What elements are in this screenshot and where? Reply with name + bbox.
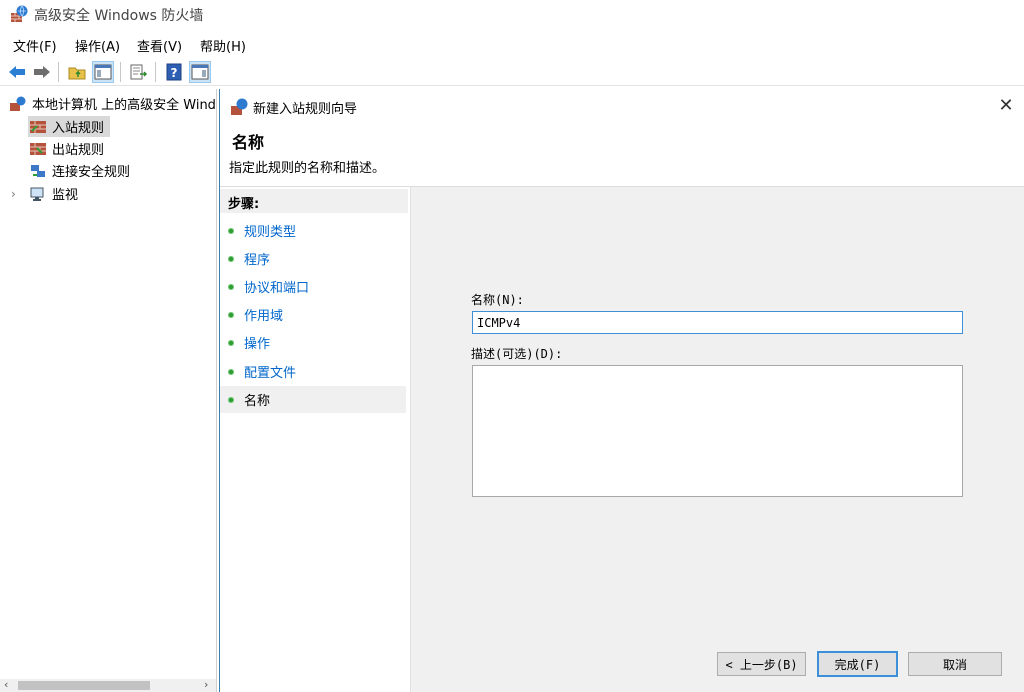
tree-item-inbound-rules[interactable]: 入站规则 <box>28 116 110 137</box>
menu-action[interactable]: 操作(A) <box>75 36 120 55</box>
toolbar-separator <box>58 62 59 82</box>
show-hide-tree-icon <box>94 64 112 80</box>
step-label: 协议和端口 <box>244 281 310 296</box>
firewall-app-icon <box>11 5 28 22</box>
forward-button[interactable] <box>31 61 53 83</box>
toolbar-separator <box>155 62 156 82</box>
show-hide-action-pane-button[interactable] <box>189 61 211 83</box>
description-field[interactable] <box>472 365 963 497</box>
forward-arrow-icon <box>34 66 50 78</box>
steps-title: 步骤: <box>220 189 408 213</box>
window-title: 高级安全 Windows 防火墙 <box>34 8 204 24</box>
step-label: 操作 <box>244 337 271 352</box>
step-status-dot-icon <box>228 396 234 403</box>
toolbar: ? <box>0 58 1024 86</box>
step-program[interactable]: 程序 <box>220 245 406 272</box>
scroll-right-icon[interactable]: › <box>204 678 208 691</box>
tree-root[interactable]: 本地计算机 上的高级安全 Windows <box>9 93 216 114</box>
wizard-firewall-icon <box>231 98 248 115</box>
tree-item-label: 入站规则 <box>52 121 105 136</box>
inbound-rules-icon <box>30 120 46 133</box>
step-label: 作用域 <box>244 309 284 324</box>
tree-item-label: 监视 <box>52 188 79 203</box>
monitoring-icon <box>30 187 44 201</box>
step-label: 程序 <box>244 253 271 268</box>
tree-item-monitoring[interactable]: › 监视 <box>11 183 78 204</box>
svg-text:?: ? <box>171 66 178 80</box>
console-tree: 本地计算机 上的高级安全 Windows 入站规则 出站规则 连接安全规则 › <box>0 89 217 692</box>
outbound-rules-icon <box>30 142 46 155</box>
step-profile[interactable]: 配置文件 <box>220 358 406 385</box>
chevron-right-icon[interactable]: › <box>11 187 24 201</box>
connection-security-icon <box>31 164 45 177</box>
step-label: 配置文件 <box>244 366 297 381</box>
content-pane: 名称(N): 描述(可选)(D): < 上一步(B) 完成(F) 取消 <box>410 187 1024 692</box>
wizard-title: 新建入站规则向导 <box>253 102 358 117</box>
menu-view[interactable]: 查看(V) <box>137 36 182 55</box>
show-hide-tree-button[interactable] <box>92 61 114 83</box>
scrollbar-thumb[interactable] <box>18 681 150 690</box>
cancel-button[interactable]: 取消 <box>908 652 1002 676</box>
step-scope[interactable]: 作用域 <box>220 301 406 328</box>
page-title: 名称 <box>232 133 265 152</box>
show-hide-action-pane-icon <box>191 64 209 80</box>
tree-item-label: 连接安全规则 <box>52 165 131 180</box>
up-folder-icon <box>68 67 86 80</box>
finish-button[interactable]: 完成(F) <box>817 651 898 677</box>
menu-file[interactable]: 文件(F) <box>13 36 57 55</box>
tree-root-label: 本地计算机 上的高级安全 Windows <box>32 98 216 113</box>
toolbar-separator <box>120 62 121 82</box>
name-field-label: 名称(N): <box>471 293 524 307</box>
description-field-label: 描述(可选)(D): <box>471 347 563 361</box>
step-action[interactable]: 操作 <box>220 329 406 356</box>
help-button[interactable]: ? <box>163 61 185 83</box>
tree-horizontal-scrollbar[interactable]: ‹ › <box>0 678 216 692</box>
export-list-button[interactable] <box>128 61 150 83</box>
back-step-button[interactable]: < 上一步(B) <box>717 652 806 676</box>
title-bar: 高级安全 Windows 防火墙 <box>0 0 1024 30</box>
menu-bar: 文件(F) 操作(A) 查看(V) 帮助(H) <box>0 33 1024 55</box>
scroll-left-icon[interactable]: ‹ <box>4 678 8 691</box>
tree-item-label: 出站规则 <box>52 143 105 158</box>
menu-help[interactable]: 帮助(H) <box>200 36 246 55</box>
name-field[interactable] <box>472 311 963 334</box>
step-label: 名称 <box>244 394 271 409</box>
step-rule-type[interactable]: 规则类型 <box>220 217 406 244</box>
new-inbound-rule-wizard: 新建入站规则向导 ✕ 名称 指定此规则的名称和描述。 步骤: 规则类型 程序 协… <box>219 89 1024 692</box>
steps-pane: 步骤: 规则类型 程序 协议和端口 作用域 操作 配置文件 名称 <box>220 187 410 692</box>
step-status-dot-icon <box>228 368 234 375</box>
step-status-dot-icon <box>228 339 234 346</box>
up-level-button[interactable] <box>66 61 88 83</box>
back-arrow-icon <box>9 66 25 78</box>
step-status-dot-icon <box>228 311 234 318</box>
back-button[interactable] <box>6 61 28 83</box>
export-list-icon <box>130 64 148 80</box>
close-icon[interactable]: ✕ <box>994 95 1018 117</box>
step-name-current: 名称 <box>220 386 406 413</box>
step-status-dot-icon <box>228 255 234 262</box>
tree-item-connection-security-rules[interactable]: 连接安全规则 <box>29 160 130 181</box>
help-icon: ? <box>166 63 182 81</box>
step-status-dot-icon <box>228 227 234 234</box>
page-description: 指定此规则的名称和描述。 <box>229 161 386 176</box>
step-label: 规则类型 <box>244 225 297 240</box>
tree-item-outbound-rules[interactable]: 出站规则 <box>29 138 104 159</box>
firewall-root-icon <box>10 96 26 111</box>
step-status-dot-icon <box>228 283 234 290</box>
step-protocol-and-ports[interactable]: 协议和端口 <box>220 273 406 300</box>
